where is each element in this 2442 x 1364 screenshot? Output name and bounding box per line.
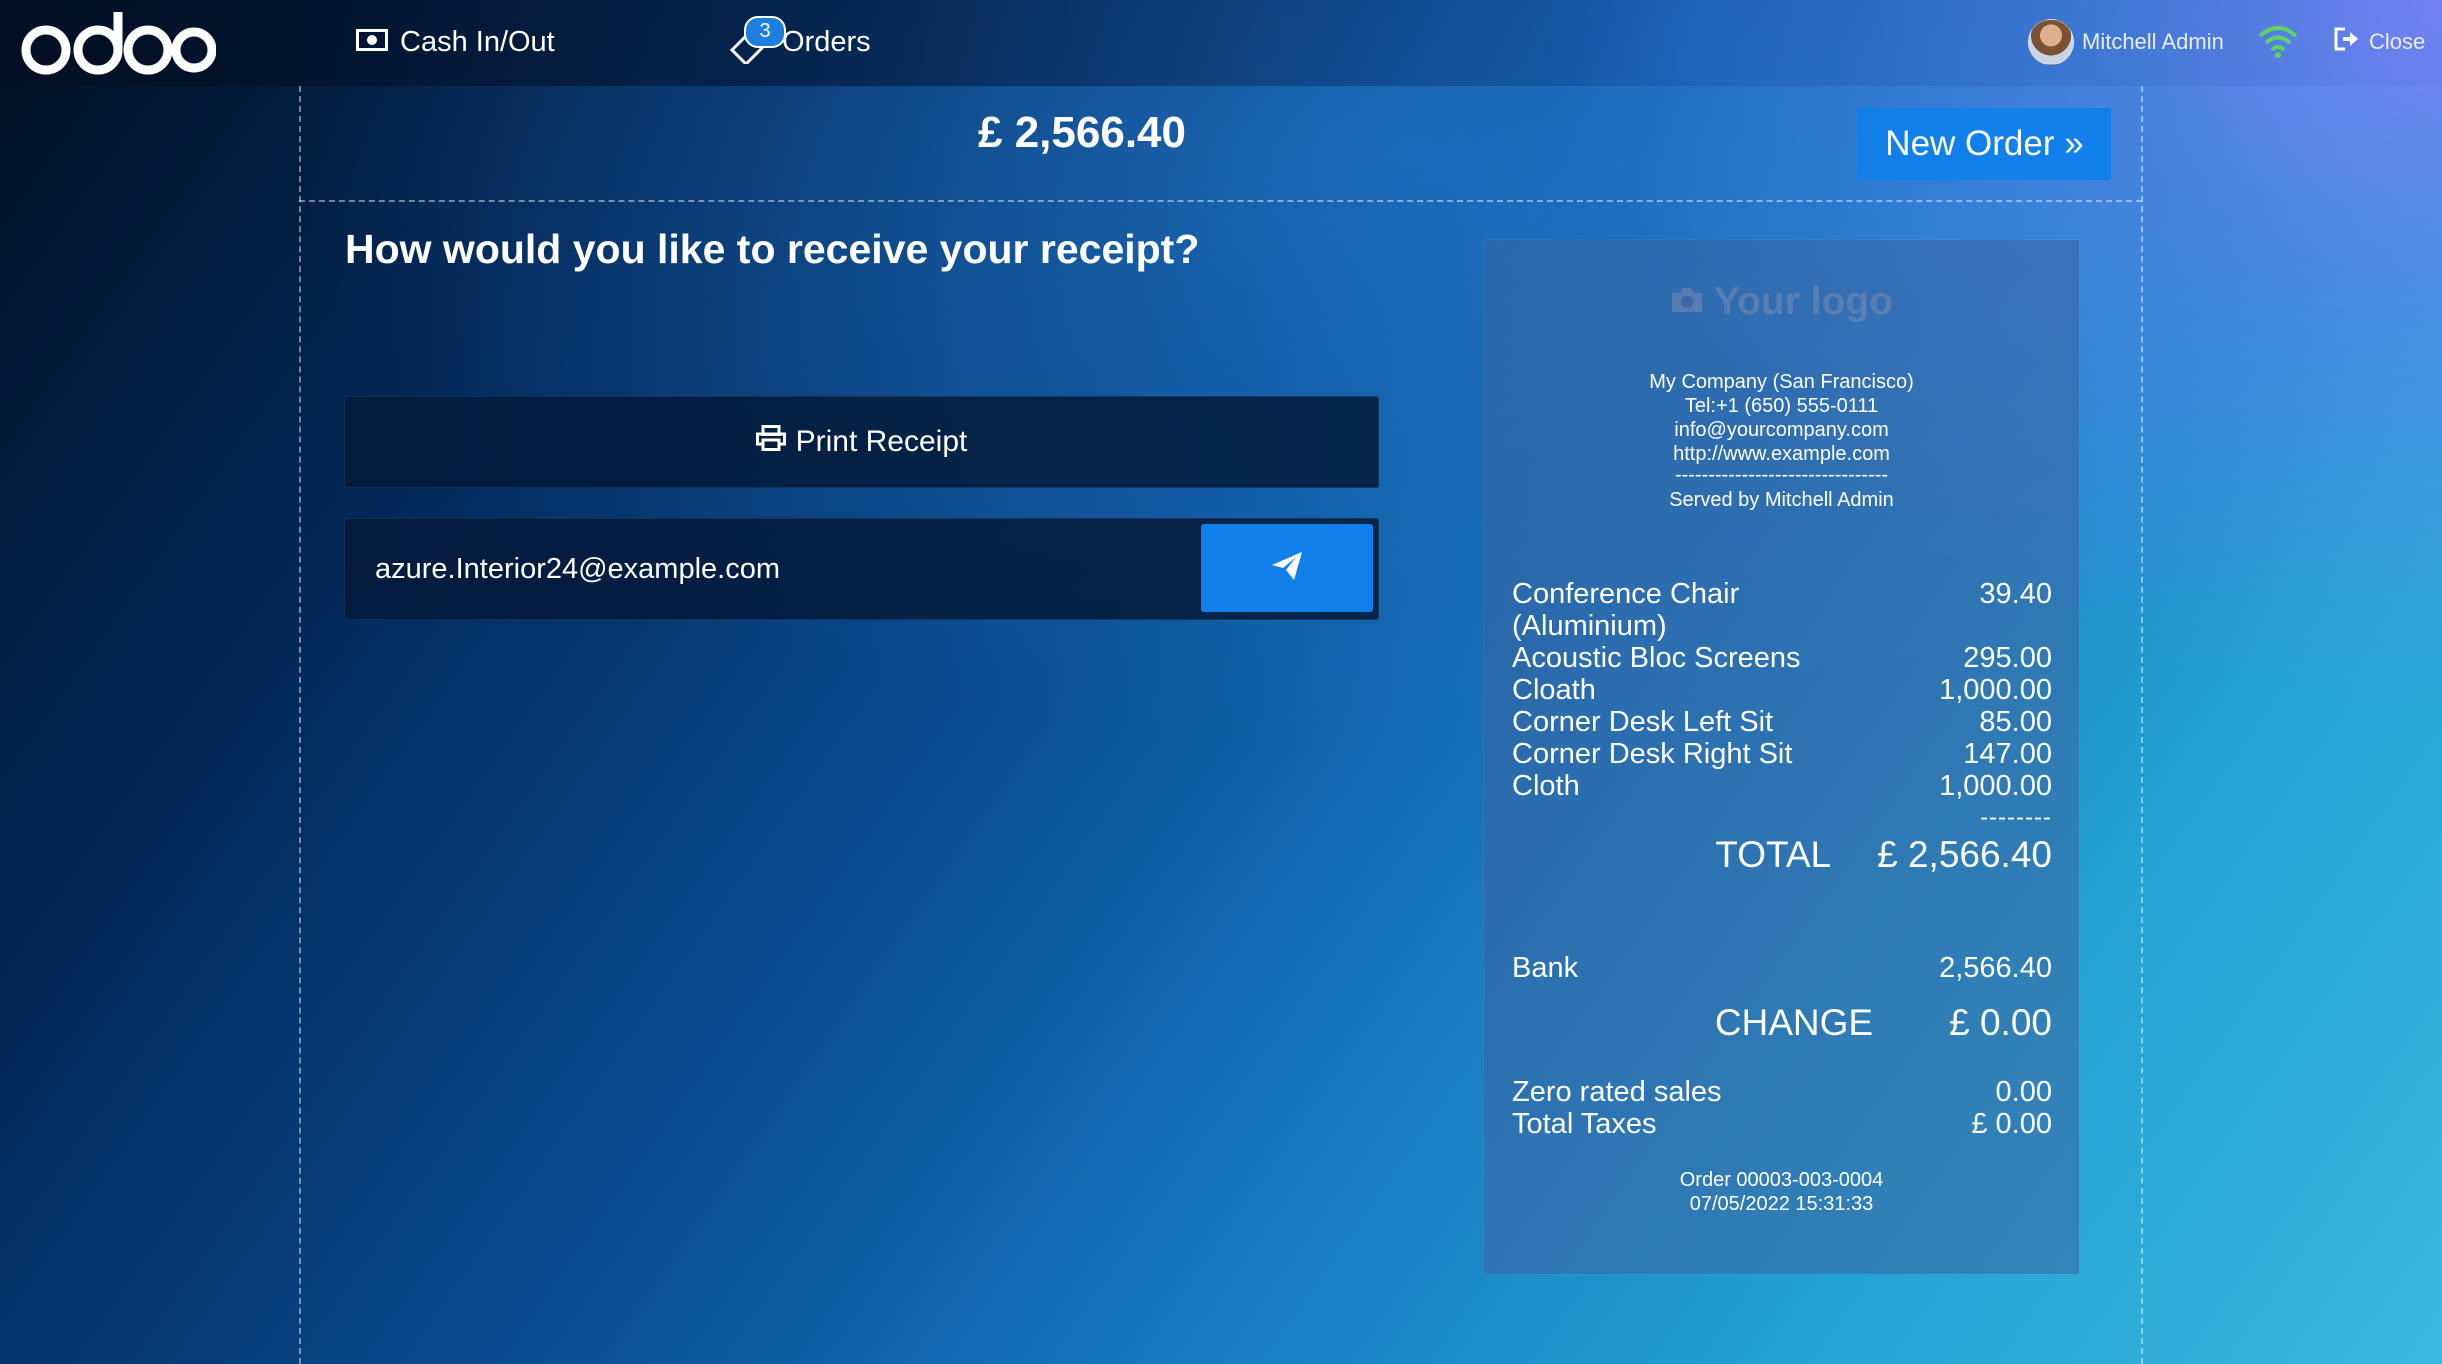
receipt-header: My Company (San Francisco) Tel:+1 (650) … — [1484, 370, 2079, 512]
tax-line: Total Taxes £ 0.00 — [1512, 1108, 2052, 1140]
order-reference: Order 00003-003-0004 — [1679, 1169, 1884, 1191]
logo-placeholder-text: Your logo — [1713, 280, 1894, 323]
company-email: info@yourcompany.com — [1674, 419, 1889, 441]
receipt-line: Corner Desk Right Sit 147.00 — [1512, 738, 2052, 770]
receipt-line: Acoustic Bloc Screens 295.00 — [1512, 642, 2052, 674]
receipt-question: How would you like to receive your recei… — [345, 226, 1200, 272]
total-value: £ 2,566.40 — [1877, 834, 2052, 875]
receipt-taxes: Zero rated sales 0.00 Total Taxes £ 0.00 — [1512, 1076, 2052, 1140]
receipt-preview: Your logo My Company (San Francisco) Tel… — [1484, 240, 2079, 1274]
close-button[interactable]: Close — [2333, 22, 2425, 62]
email-receipt-group — [344, 518, 1379, 620]
cash-in-out-button[interactable]: Cash In/Out — [356, 20, 555, 64]
send-email-button[interactable] — [1201, 524, 1373, 612]
total-divider: -------- — [1980, 804, 2052, 831]
user-menu[interactable]: Mitchell Admin — [2028, 18, 2224, 66]
change-value: £ 0.00 — [1949, 1002, 2052, 1043]
new-order-button[interactable]: New Order » — [1858, 108, 2111, 180]
wifi-icon — [2258, 24, 2298, 60]
frame-divider — [299, 86, 301, 1364]
receipt-footer: Order 00003-003-0004 07/05/2022 15:31:33 — [1484, 1168, 2079, 1216]
total-label: TOTAL — [1715, 834, 1832, 875]
receipt-lines: Conference Chair (Aluminium) 39.40 Acous… — [1512, 578, 2052, 802]
receipt-line: Cloth 1,000.00 — [1512, 770, 2052, 802]
receipt-line: Cloath 1,000.00 — [1512, 674, 2052, 706]
odoo-logo — [16, 4, 216, 82]
camera-icon — [1670, 280, 1704, 324]
print-receipt-button[interactable]: Print Receipt — [344, 396, 1379, 488]
print-icon — [755, 425, 786, 459]
sign-out-icon — [2333, 26, 2361, 58]
frame-divider — [2141, 86, 2143, 1364]
receipt-line: Corner Desk Left Sit 85.00 — [1512, 706, 2052, 738]
payment-amount: £ 2,566.40 — [978, 108, 1186, 157]
money-icon — [356, 26, 388, 59]
company-phone: Tel:+1 (650) 555-0111 — [1684, 395, 1879, 417]
company-name: My Company (San Francisco) — [1649, 371, 1914, 393]
receipt-logo-placeholder: Your logo — [1484, 280, 2079, 324]
payment-value: 2,566.40 — [1939, 952, 2052, 984]
receipt-change: CHANGE £ 0.00 — [1512, 1002, 2052, 1044]
cash-in-out-label: Cash In/Out — [400, 25, 555, 58]
tag-icon: 3 — [728, 16, 786, 64]
tax-line: Zero rated sales 0.00 — [1512, 1076, 2052, 1108]
payment-line: Bank 2,566.40 — [1512, 952, 2052, 985]
paper-plane-icon — [1271, 551, 1303, 586]
orders-count-badge: 3 — [744, 16, 786, 48]
receipt-line: Conference Chair (Aluminium) 39.40 — [1512, 578, 2052, 642]
frame-divider — [299, 200, 2142, 202]
top-bar: Cash In/Out 3 Orders Mitchell Admin Clos… — [0, 0, 2442, 86]
served-by: Served by Mitchell Admin — [1669, 489, 1894, 511]
header-divider: -------------------------------- — [1674, 464, 1889, 486]
user-name: Mitchell Admin — [2082, 29, 2224, 54]
print-receipt-label: Print Receipt — [795, 425, 968, 458]
company-website: http://www.example.com — [1673, 443, 1890, 465]
orders-label: Orders — [782, 25, 871, 58]
orders-button[interactable]: 3 Orders — [728, 16, 871, 64]
avatar — [2028, 19, 2074, 65]
order-datetime: 07/05/2022 15:31:33 — [1689, 1193, 1874, 1215]
email-input[interactable] — [345, 519, 1195, 619]
receipt-total: TOTAL £ 2,566.40 — [1512, 834, 2052, 876]
close-label: Close — [2369, 29, 2426, 54]
payment-method: Bank — [1512, 952, 1579, 984]
change-label: CHANGE — [1714, 1002, 1874, 1043]
